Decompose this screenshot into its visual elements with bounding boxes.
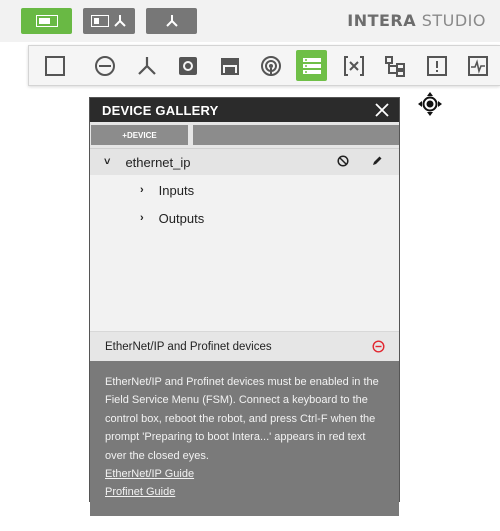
app-logo: INTERA STUDIO — [347, 11, 486, 30]
waveform-icon — [467, 55, 488, 76]
palette-device-list[interactable] — [296, 50, 327, 81]
tree-item-inputs[interactable]: › Inputs — [90, 177, 399, 203]
move-icon[interactable] — [418, 92, 442, 116]
panel-icon — [91, 15, 109, 27]
robot-icon — [165, 15, 178, 27]
palette-signal[interactable] — [255, 50, 286, 81]
info-title: EtherNet/IP and Profinet devices — [105, 340, 272, 353]
mode-toggle-button[interactable] — [21, 8, 72, 34]
info-body: EtherNet/IP and Profinet devices must be… — [90, 361, 399, 516]
device-list-icon — [302, 57, 321, 74]
toggle-icon — [35, 15, 58, 27]
print-icon — [220, 57, 239, 75]
ethernet-ip-guide-link[interactable]: EtherNet/IP Guide — [105, 465, 389, 483]
top-bar: INTERA STUDIO — [0, 0, 500, 42]
palette-print[interactable] — [214, 50, 245, 81]
variable-icon — [343, 55, 364, 76]
tool-palette — [28, 45, 500, 86]
node-icon — [94, 55, 115, 76]
palette-alert[interactable] — [421, 50, 452, 81]
edit-icon[interactable] — [371, 155, 383, 167]
robot-view-button[interactable] — [146, 8, 197, 34]
chevron-right-icon[interactable]: › — [140, 212, 144, 224]
chevron-down-icon[interactable]: ˅ — [104, 156, 110, 168]
palette-waveform[interactable] — [462, 50, 493, 81]
palette-hierarchy[interactable] — [379, 50, 410, 81]
device-row[interactable]: ˅ ethernet_ip — [90, 149, 399, 175]
palette-variable[interactable] — [338, 50, 369, 81]
info-text: EtherNet/IP and Profinet devices must be… — [105, 376, 379, 462]
view-combo-button[interactable] — [83, 8, 135, 34]
branch-icon — [137, 56, 156, 75]
disable-icon[interactable] — [337, 155, 349, 167]
profinet-guide-link[interactable]: Profinet Guide — [105, 483, 389, 501]
palette-branch[interactable] — [131, 50, 162, 81]
palette-camera[interactable] — [172, 50, 203, 81]
device-gallery-panel: DEVICE GALLERY +DEVICE ˅ ethernet_ip › I… — [89, 97, 400, 516]
device-name: ethernet_ip — [125, 154, 191, 170]
signal-icon — [260, 55, 281, 76]
tree-item-label: Inputs — [158, 182, 195, 198]
info-header: EtherNet/IP and Profinet devices — [90, 331, 399, 361]
gallery-toolbar: +DEVICE — [90, 122, 399, 149]
palette-square[interactable] — [39, 50, 70, 81]
panel-header: DEVICE GALLERY — [90, 98, 399, 122]
tree-item-label: Outputs — [158, 210, 205, 226]
collapse-icon[interactable] — [372, 340, 385, 353]
close-icon[interactable] — [375, 103, 389, 117]
tree-item-outputs[interactable]: › Outputs — [90, 205, 399, 231]
hierarchy-icon — [384, 55, 405, 77]
camera-icon — [178, 56, 197, 75]
palette-node[interactable] — [89, 50, 120, 81]
device-tree: ˅ ethernet_ip › Inputs › Outputs — [90, 149, 399, 331]
robot-icon — [114, 15, 126, 27]
square-icon — [44, 55, 65, 76]
toolbar-spacer — [193, 125, 399, 145]
add-device-button[interactable]: +DEVICE — [91, 125, 188, 145]
alert-icon — [426, 55, 447, 76]
chevron-right-icon[interactable]: › — [140, 184, 144, 196]
panel-title: DEVICE GALLERY — [102, 102, 219, 118]
